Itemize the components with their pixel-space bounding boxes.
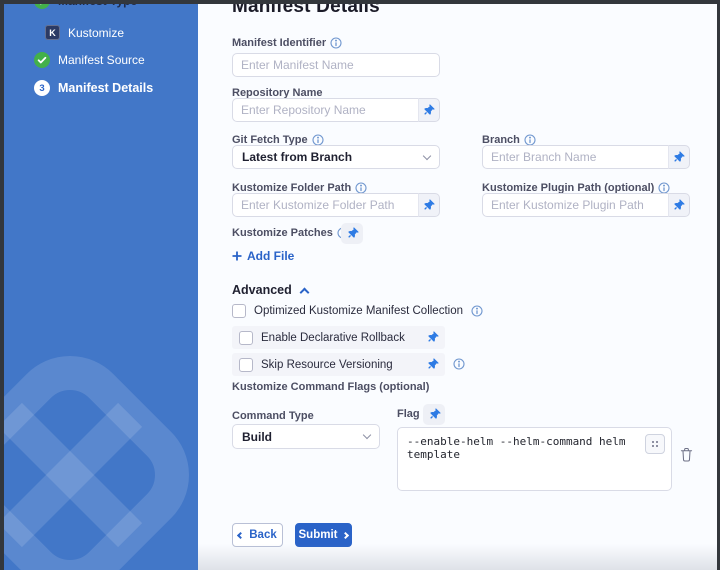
wizard-sidebar: Manifest Type K Kustomize Manifest Sourc… (4, 4, 198, 570)
step-label: Kustomize (68, 26, 124, 40)
chevron-left-icon (237, 531, 244, 538)
chevron-up-icon (299, 287, 309, 297)
page-title: Manifest Details (232, 4, 380, 18)
checkbox-label: Optimized Kustomize Manifest Collection (254, 305, 463, 317)
skip-resource-versioning-row: Skip Resource Versioning (232, 353, 445, 376)
flag-editor: --enable-helm --helm-command helm templa… (397, 427, 672, 491)
step-label: Manifest Type (58, 4, 137, 8)
command-type-label: Command Type (232, 410, 314, 422)
expand-editor-button[interactable] (645, 434, 665, 454)
pin-icon[interactable] (423, 404, 445, 425)
optimized-kustomize-checkbox[interactable] (232, 304, 246, 318)
chevron-down-icon (363, 431, 371, 439)
kustomize-icon: K (45, 25, 60, 40)
expand-icon (652, 441, 658, 447)
skip-resource-versioning-checkbox[interactable] (239, 358, 253, 372)
plus-icon (232, 251, 242, 261)
command-flags-section-label: Kustomize Command Flags (optional) (232, 381, 429, 393)
step-label: Manifest Details (58, 81, 153, 95)
flag-label: Flag (397, 408, 420, 420)
branch-input[interactable] (482, 145, 668, 169)
sidebar-step-manifest-details[interactable]: 3 Manifest Details (34, 80, 153, 96)
flag-input[interactable]: --enable-helm --helm-command helm templa… (398, 428, 671, 490)
optimized-kustomize-row: Optimized Kustomize Manifest Collection (232, 304, 483, 318)
pin-icon[interactable] (418, 98, 440, 122)
pin-icon[interactable] (668, 145, 690, 169)
git-fetch-type-select[interactable]: Latest from Branch (232, 145, 440, 169)
info-icon[interactable] (453, 358, 465, 370)
sidebar-step-kustomize[interactable]: K Kustomize (45, 25, 124, 40)
submit-button[interactable]: Submit (295, 523, 352, 547)
manifest-details-panel: Manifest Details Manifest Identifier Rep… (198, 4, 717, 570)
manifest-identifier-label: Manifest Identifier (232, 37, 342, 49)
step-label: Manifest Source (58, 53, 145, 67)
kustomize-plugin-path-input[interactable] (482, 193, 668, 217)
kustomize-patches-label: Kustomize Patches (232, 227, 349, 239)
back-button[interactable]: Back (232, 523, 283, 547)
info-icon[interactable] (330, 37, 342, 49)
sidebar-step-manifest-type[interactable]: Manifest Type (34, 4, 137, 9)
step-number-badge: 3 (34, 80, 50, 96)
check-icon (34, 4, 50, 9)
harness-logo-watermark (4, 335, 198, 570)
advanced-section-toggle[interactable]: Advanced (232, 283, 308, 297)
checkbox-label: Enable Declarative Rollback (261, 332, 405, 344)
add-file-button[interactable]: Add File (232, 249, 294, 263)
chevron-down-icon (423, 151, 431, 159)
delete-flag-icon[interactable] (680, 447, 693, 462)
chevron-right-icon (342, 531, 349, 538)
repository-name-input[interactable] (232, 98, 418, 122)
pin-icon[interactable] (425, 330, 441, 346)
manifest-wizard-modal: Manifest Type K Kustomize Manifest Sourc… (4, 4, 717, 570)
declarative-rollback-row: Enable Declarative Rollback (232, 326, 445, 349)
pin-icon[interactable] (341, 223, 363, 244)
pin-icon[interactable] (418, 193, 440, 217)
pin-icon[interactable] (668, 193, 690, 217)
command-type-select[interactable]: Build (232, 424, 380, 449)
declarative-rollback-checkbox[interactable] (239, 331, 253, 345)
sidebar-step-manifest-source[interactable]: Manifest Source (34, 52, 145, 68)
checkbox-label: Skip Resource Versioning (261, 359, 393, 371)
kustomize-folder-path-input[interactable] (232, 193, 418, 217)
pin-icon[interactable] (425, 357, 441, 373)
info-icon[interactable] (471, 305, 483, 317)
check-icon (34, 52, 50, 68)
manifest-identifier-input[interactable] (232, 53, 440, 77)
